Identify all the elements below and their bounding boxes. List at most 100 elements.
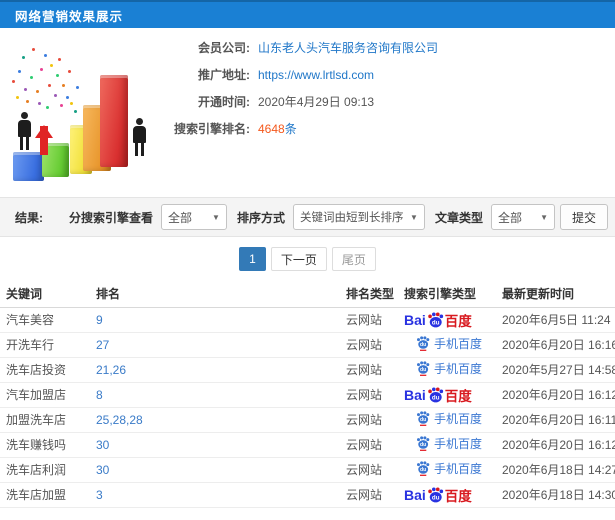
table-header-row: 关键词 排名 排名类型 搜索引擎类型 最新更新时间 bbox=[0, 281, 615, 308]
sort-filter-label: 排序方式 bbox=[236, 210, 285, 225]
updated-cell: 2020年6月18日 14:30 bbox=[502, 482, 615, 508]
promo-url-link[interactable]: https://www.lrtlsd.com bbox=[258, 68, 374, 82]
company-link[interactable]: 山东老人头汽车服务咨询有限公司 bbox=[258, 39, 438, 56]
mobile-baidu-paw-icon: du bbox=[417, 436, 430, 451]
engine-select-value: 全部 bbox=[167, 210, 192, 225]
rank-link[interactable]: 30 bbox=[96, 457, 346, 483]
marketing-report-page: 网络营销效果展示 会员公司: 山东老人头汽车服务咨询有限公司 推广地址: htt… bbox=[0, 0, 615, 520]
header-engine-type: 搜索引擎类型 bbox=[404, 281, 502, 308]
results-table: 关键词 排名 排名类型 搜索引擎类型 最新更新时间 汽车美容 9 云网站 Bai bbox=[0, 281, 615, 508]
next-page-button[interactable]: 下一页 bbox=[270, 247, 327, 271]
sort-select[interactable]: 关键词由短到长排序 ▼ bbox=[292, 204, 425, 230]
engine-cell: Bai du 百度 du bbox=[404, 432, 502, 458]
keyword-cell: 开洗车行 bbox=[0, 332, 96, 358]
updated-cell: 2020年5月27日 14:58 bbox=[502, 357, 615, 383]
rank-link[interactable]: 21,26 bbox=[96, 357, 346, 383]
table-row: 洗车店利润 30 云网站 Bai du 百度 bbox=[0, 457, 615, 483]
article-type-label: 文章类型 bbox=[434, 210, 483, 225]
rank-link[interactable]: 8 bbox=[96, 382, 346, 408]
rank-type-cell: 云网站 bbox=[346, 332, 404, 358]
rank-count-label: 搜索引擎排名: bbox=[174, 122, 250, 136]
keyword-cell: 洗车赚钱吗 bbox=[0, 432, 96, 458]
engine-cell: Bai du 百度 du bbox=[404, 482, 502, 508]
mobile-baidu-logo: du 手机百度 bbox=[416, 460, 482, 477]
engine-cell: Bai du 百度 du bbox=[404, 407, 502, 433]
table-row: 加盟洗车店 25,28,28 云网站 Bai du 百度 bbox=[0, 407, 615, 433]
results-table-wrap: 关键词 排名 排名类型 搜索引擎类型 最新更新时间 汽车美容 9 云网站 Bai bbox=[0, 281, 615, 508]
rank-type-cell: 云网站 bbox=[346, 357, 404, 383]
keyword-cell: 汽车加盟店 bbox=[0, 382, 96, 408]
table-row: 开洗车行 27 云网站 Bai du 百度 bbox=[0, 332, 615, 358]
mobile-baidu-paw-icon: du bbox=[417, 461, 430, 476]
page-1-button[interactable]: 1 bbox=[239, 247, 266, 271]
confetti-dots bbox=[10, 40, 13, 43]
mobile-baidu-text: 手机百度 bbox=[434, 412, 483, 426]
keyword-cell: 汽车美容 bbox=[0, 307, 96, 333]
sort-select-value: 关键词由短到长排序 bbox=[299, 212, 404, 224]
rank-link[interactable]: 9 bbox=[96, 307, 346, 333]
table-body: 汽车美容 9 云网站 Bai du 百度 2020年6月5日 11:24 开洗车… bbox=[0, 307, 615, 508]
updated-cell: 2020年6月20日 16:12 bbox=[502, 432, 615, 458]
engine-select[interactable]: 全部 ▼ bbox=[160, 204, 227, 230]
svg-text:du: du bbox=[432, 319, 440, 326]
svg-text:du: du bbox=[420, 342, 426, 348]
updated-cell: 2020年6月18日 14:27 bbox=[502, 457, 615, 483]
keyword-cell: 加盟洗车店 bbox=[0, 407, 96, 433]
info-section: 会员公司: 山东老人头汽车服务咨询有限公司 推广地址: https://www.… bbox=[0, 28, 615, 197]
mobile-baidu-text: 手机百度 bbox=[434, 437, 483, 451]
updated-cell: 2020年6月20日 16:12 bbox=[502, 382, 615, 408]
rank-type-cell: 云网站 bbox=[346, 407, 404, 433]
engine-cell: Bai du 百度 du bbox=[404, 457, 502, 483]
mobile-baidu-text: 手机百度 bbox=[434, 362, 483, 376]
engine-filter-label: 分搜索引擎查看 bbox=[68, 210, 153, 225]
businessman-figure-left bbox=[18, 112, 31, 150]
baidu-logo: Bai du 百度 bbox=[404, 310, 472, 330]
mobile-baidu-logo: du 手机百度 bbox=[416, 435, 482, 452]
keyword-cell: 洗车店投资 bbox=[0, 357, 96, 383]
rank-type-cell: 云网站 bbox=[346, 457, 404, 483]
rank-link[interactable]: 25,28,28 bbox=[96, 407, 346, 433]
article-type-select[interactable]: 全部 ▼ bbox=[490, 204, 555, 230]
table-row: 洗车赚钱吗 30 云网站 Bai du 百度 bbox=[0, 432, 615, 458]
promo-url-label: 推广地址: bbox=[198, 68, 250, 82]
keyword-cell: 洗车店利润 bbox=[0, 457, 96, 483]
rank-count-value: 4648 bbox=[258, 121, 285, 136]
rank-link[interactable]: 30 bbox=[96, 432, 346, 458]
rank-link[interactable]: 3 bbox=[96, 482, 346, 508]
baidu-logo-bai-text: Bai bbox=[404, 486, 426, 503]
info-row-rank-count: 搜索引擎排名: 4648 条 bbox=[150, 115, 438, 142]
company-label: 会员公司: bbox=[198, 41, 250, 55]
baidu-logo: Bai du 百度 bbox=[404, 385, 472, 405]
updated-cell: 2020年6月20日 16:11 bbox=[502, 407, 615, 433]
engine-cell: Bai du 百度 du bbox=[404, 382, 502, 408]
svg-text:du: du bbox=[420, 367, 426, 373]
header-rank: 排名 bbox=[96, 281, 346, 308]
rank-type-cell: 云网站 bbox=[346, 382, 404, 408]
chevron-down-icon: ▼ bbox=[540, 212, 548, 222]
chevron-down-icon: ▼ bbox=[212, 212, 220, 222]
mobile-baidu-paw-icon: du bbox=[417, 411, 430, 426]
result-label: 结果: bbox=[15, 210, 43, 225]
last-page-button[interactable]: 尾页 bbox=[331, 247, 376, 271]
svg-text:du: du bbox=[432, 394, 440, 401]
submit-button[interactable]: 提交 bbox=[559, 204, 608, 230]
mobile-baidu-text: 手机百度 bbox=[434, 337, 483, 351]
header-rank-type: 排名类型 bbox=[346, 281, 404, 308]
rank-link[interactable]: 27 bbox=[96, 332, 346, 358]
mobile-baidu-logo: du 手机百度 bbox=[416, 335, 482, 352]
svg-text:du: du bbox=[420, 467, 426, 473]
title-bar: 网络营销效果展示 bbox=[0, 0, 615, 28]
mobile-baidu-paw-icon: du bbox=[417, 361, 430, 376]
baidu-logo-bai-text: Bai bbox=[404, 311, 426, 328]
mobile-baidu-text: 手机百度 bbox=[434, 462, 483, 476]
updated-cell: 2020年6月5日 11:24 bbox=[502, 307, 615, 333]
header-updated: 最新更新时间 bbox=[502, 281, 615, 308]
chart-bar-red bbox=[100, 75, 128, 167]
pagination: 1 下一页 尾页 bbox=[0, 247, 615, 271]
mobile-baidu-paw-icon: du bbox=[417, 336, 430, 351]
baidu-logo: Bai du 百度 bbox=[404, 485, 472, 505]
businessman-figure-right bbox=[133, 118, 146, 156]
baidu-logo-bai-text: Bai bbox=[404, 386, 426, 403]
keyword-cell: 洗车店加盟 bbox=[0, 482, 96, 508]
baidu-logo-cn-text: 百度 bbox=[444, 313, 472, 329]
